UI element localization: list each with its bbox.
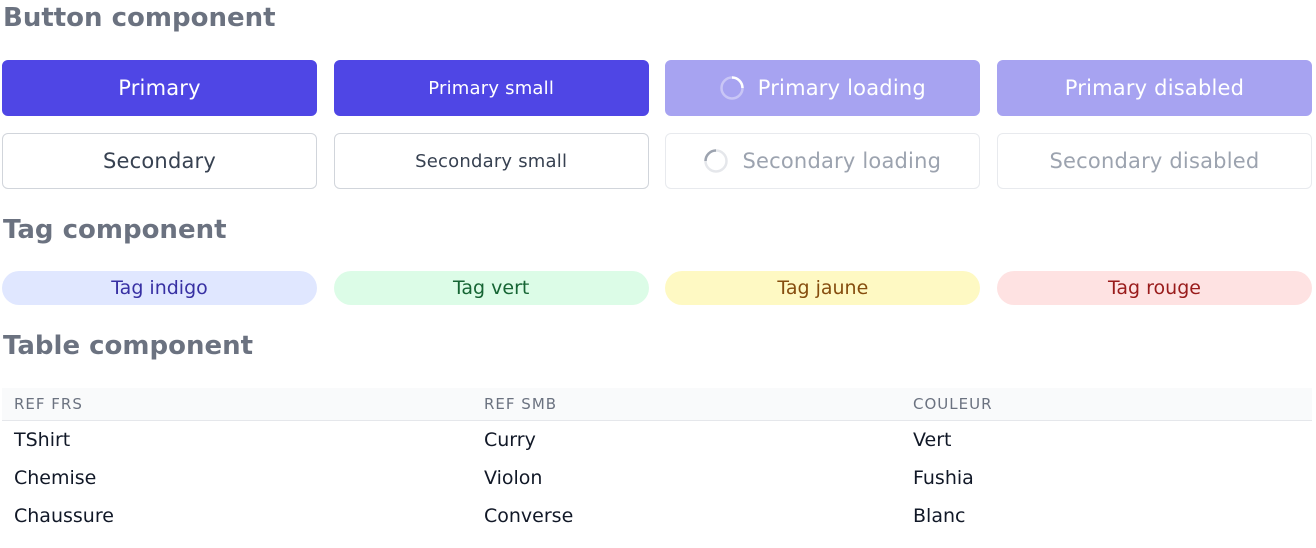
table-cell: Fushia bbox=[913, 467, 974, 489]
table-cell: Converse bbox=[484, 505, 574, 527]
primary-loading-button[interactable]: Primary loading bbox=[665, 60, 981, 116]
tag-jaune: Tag jaune bbox=[665, 271, 981, 305]
secondary-button-label: Secondary bbox=[102, 149, 216, 173]
secondary-disabled-button-label: Secondary disabled bbox=[1049, 149, 1260, 173]
table-row: TShirt Curry Vert bbox=[2, 421, 1312, 460]
column-header-ref-smb: REF SMB bbox=[472, 388, 901, 421]
button-grid: Primary Primary small Primary loading Pr… bbox=[2, 60, 1312, 116]
column-header-couleur: COULEUR bbox=[901, 388, 1312, 421]
primary-loading-button-label: Primary loading bbox=[757, 76, 926, 100]
secondary-loading-button[interactable]: Secondary loading bbox=[665, 133, 981, 189]
primary-disabled-button[interactable]: Primary disabled bbox=[996, 60, 1312, 116]
table-cell: TShirt bbox=[14, 429, 71, 451]
table-row: Chemise Violon Fushia bbox=[2, 459, 1312, 497]
components-demo-page: Button component Primary Primary small P… bbox=[0, 0, 1316, 548]
primary-disabled-button-label: Primary disabled bbox=[1064, 76, 1245, 100]
table-header-row: REF FRS REF SMB COULEUR bbox=[2, 388, 1312, 421]
table-cell: Vert bbox=[913, 429, 952, 451]
button-section-heading: Button component bbox=[3, 3, 276, 33]
primary-button[interactable]: Primary bbox=[2, 60, 317, 116]
secondary-button-grid: Secondary Secondary small Secondary load… bbox=[2, 133, 1312, 189]
table-cell: Chemise bbox=[14, 467, 97, 489]
tag-vert-label: Tag vert bbox=[452, 277, 530, 299]
tag-indigo: Tag indigo bbox=[2, 271, 317, 305]
tag-vert: Tag vert bbox=[333, 271, 649, 305]
secondary-small-button-label: Secondary small bbox=[415, 150, 568, 172]
table-row: Chaussure Converse Blanc bbox=[2, 497, 1312, 535]
secondary-disabled-button[interactable]: Secondary disabled bbox=[996, 133, 1312, 189]
secondary-small-button[interactable]: Secondary small bbox=[333, 133, 649, 189]
table-cell: Curry bbox=[484, 429, 536, 451]
secondary-button[interactable]: Secondary bbox=[2, 133, 317, 189]
tag-rouge: Tag rouge bbox=[996, 271, 1312, 305]
table-cell: Blanc bbox=[913, 505, 966, 527]
primary-button-label: Primary bbox=[118, 76, 201, 100]
table-cell: Chaussure bbox=[14, 505, 114, 527]
secondary-loading-button-label: Secondary loading bbox=[742, 149, 942, 173]
primary-small-button[interactable]: Primary small bbox=[333, 60, 649, 116]
tag-indigo-label: Tag indigo bbox=[111, 277, 208, 299]
spinner-icon bbox=[704, 149, 729, 173]
data-table: REF FRS REF SMB COULEUR TShirt Curry Ver… bbox=[2, 388, 1312, 535]
column-header-ref-frs: REF FRS bbox=[2, 388, 472, 421]
spinner-icon bbox=[719, 76, 744, 100]
tag-grid: Tag indigo Tag vert Tag jaune Tag rouge bbox=[2, 271, 1312, 305]
tag-rouge-label: Tag rouge bbox=[1107, 277, 1201, 299]
tag-section-heading: Tag component bbox=[3, 215, 227, 245]
primary-small-button-label: Primary small bbox=[428, 77, 555, 99]
tag-jaune-label: Tag jaune bbox=[777, 277, 869, 299]
table-cell: Violon bbox=[484, 467, 543, 489]
table-section-heading: Table component bbox=[3, 331, 254, 361]
